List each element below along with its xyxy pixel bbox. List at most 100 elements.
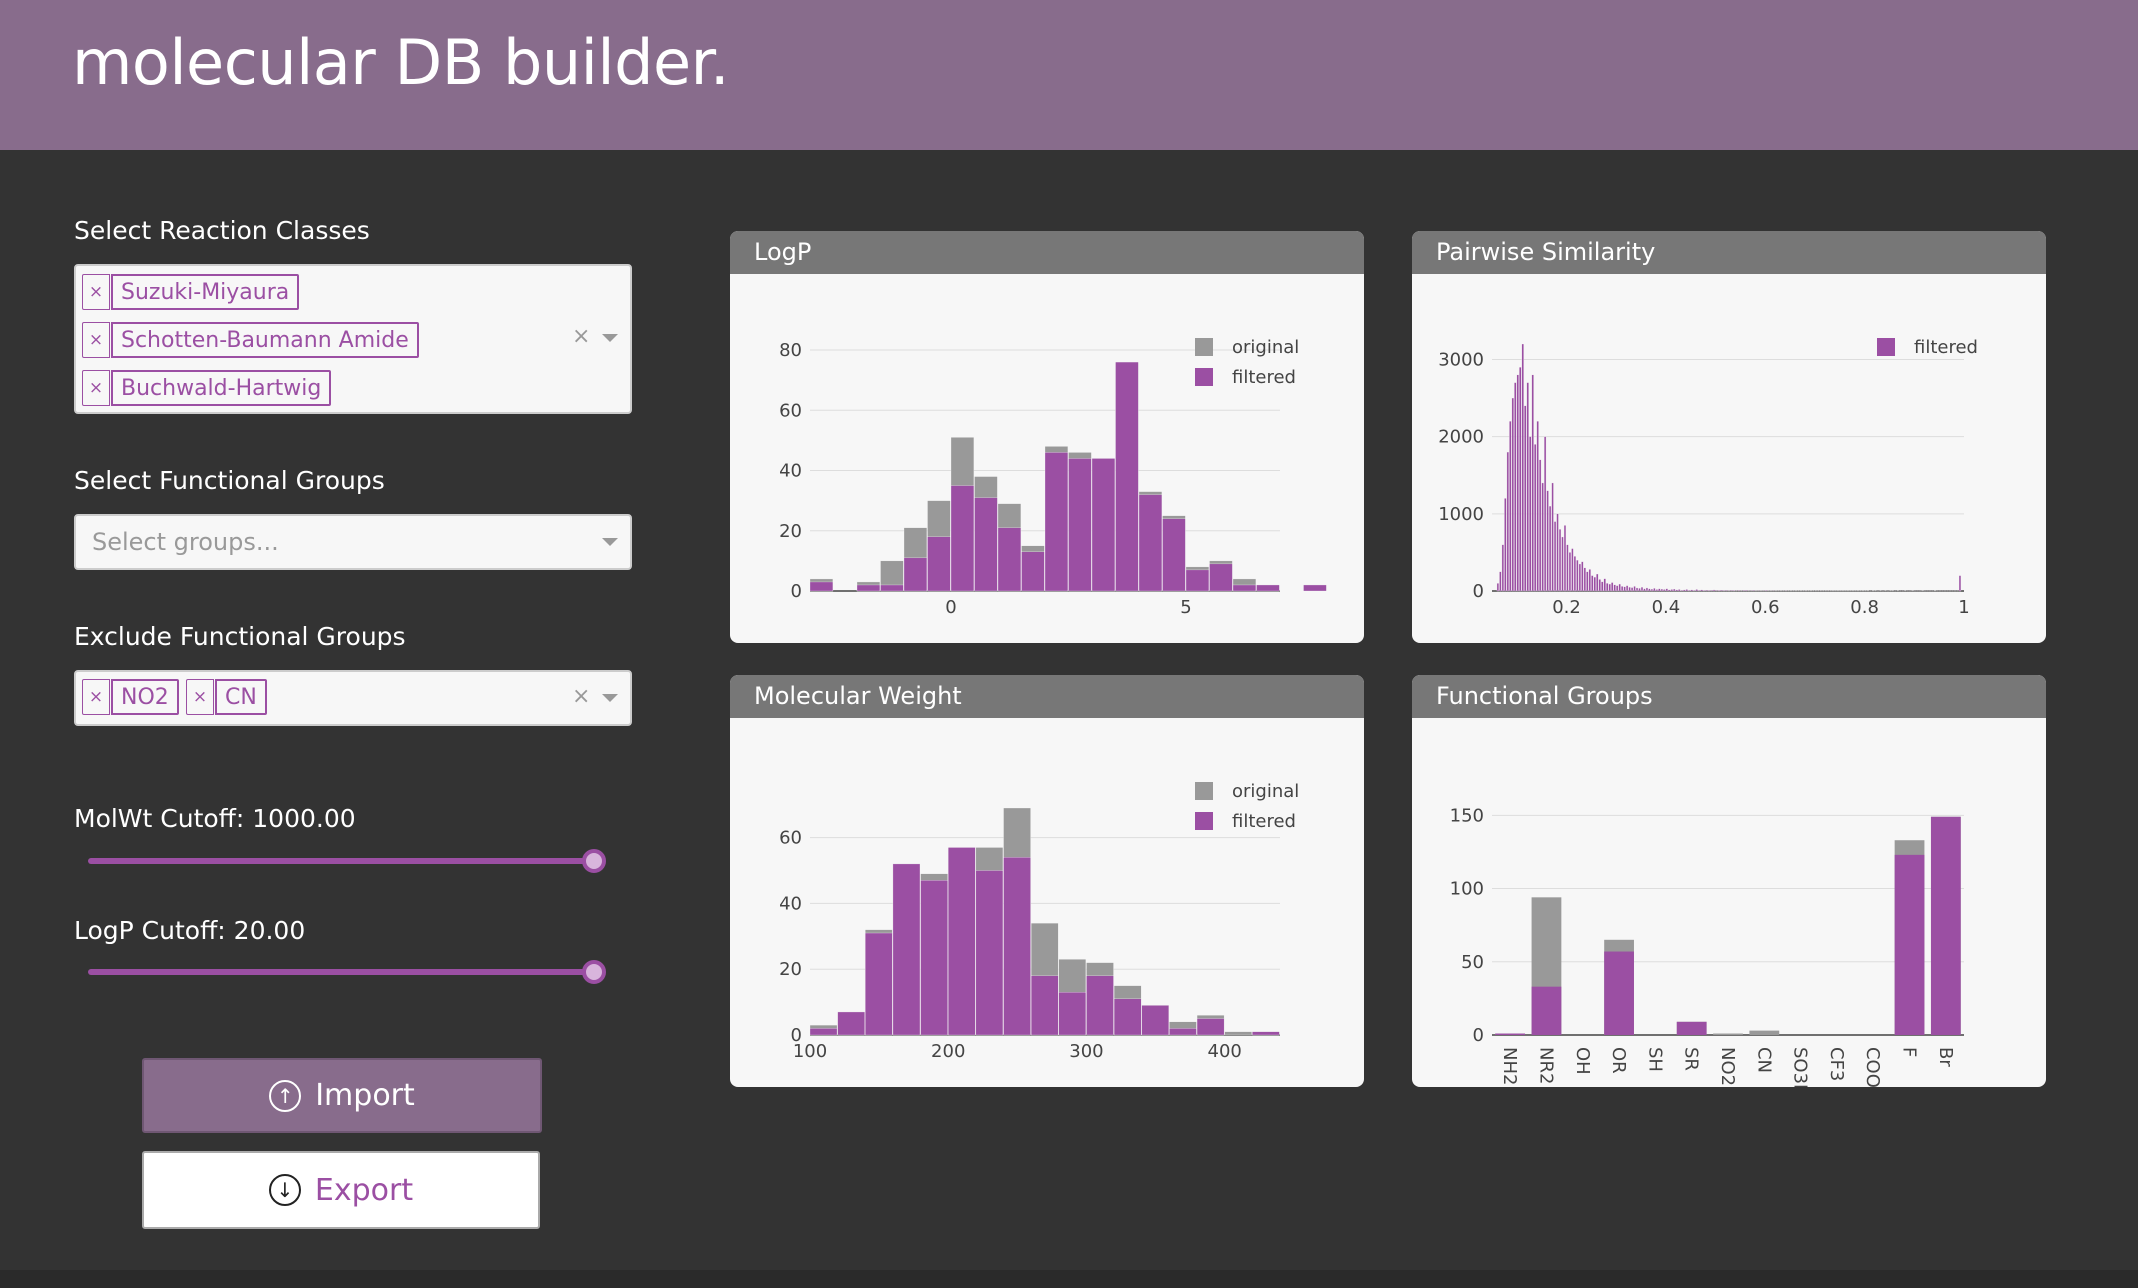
bar-filtered bbox=[1115, 361, 1139, 592]
x-tick-label: 0.4 bbox=[1652, 597, 1681, 618]
logp-chart: 0 20 40 60 80 0 5 original filtered bbox=[779, 337, 1327, 618]
x-tick-label: 0.8 bbox=[1850, 597, 1879, 618]
x-tick-label: CN bbox=[1753, 1047, 1774, 1073]
functional-groups-select[interactable]: Select groups... bbox=[74, 514, 632, 570]
bar-filtered bbox=[1511, 397, 1514, 592]
bar-filtered bbox=[1544, 436, 1547, 592]
remove-tag-icon[interactable]: × bbox=[186, 679, 214, 715]
bar-original bbox=[1749, 1030, 1780, 1035]
bar-filtered bbox=[856, 584, 881, 592]
bar-filtered bbox=[1509, 421, 1512, 592]
bar-filtered bbox=[1685, 589, 1688, 592]
bar-filtered bbox=[1628, 586, 1631, 592]
x-tick-label: 5 bbox=[1180, 597, 1191, 618]
bar-filtered bbox=[997, 527, 1022, 592]
bar-filtered bbox=[1645, 587, 1649, 592]
bar-filtered bbox=[1690, 589, 1693, 592]
bar-filtered bbox=[1633, 586, 1636, 592]
bar-filtered bbox=[1650, 588, 1654, 592]
bar-filtered bbox=[809, 1028, 838, 1036]
bar-filtered bbox=[1655, 589, 1658, 592]
legend-swatch-filtered bbox=[1195, 368, 1213, 386]
bar-filtered bbox=[1958, 575, 1962, 592]
logp-slider-track[interactable] bbox=[88, 969, 594, 975]
y-tick-label: 60 bbox=[779, 828, 802, 849]
bar-filtered bbox=[1613, 584, 1616, 592]
clear-icon[interactable]: × bbox=[572, 684, 590, 709]
tag-no2: × NO2 bbox=[82, 679, 179, 715]
bar-filtered bbox=[1252, 1031, 1280, 1036]
bar-filtered bbox=[1573, 556, 1577, 592]
bar-filtered bbox=[1670, 589, 1673, 592]
x-tick-label: 0.2 bbox=[1552, 597, 1581, 618]
bar-filtered bbox=[1732, 590, 1736, 592]
bar-filtered bbox=[1068, 458, 1092, 592]
bar-filtered bbox=[1196, 1018, 1225, 1036]
chevron-down-icon[interactable] bbox=[602, 334, 618, 342]
bar-filtered bbox=[1683, 589, 1686, 592]
molwt-slider-track[interactable] bbox=[88, 858, 594, 864]
bar-filtered bbox=[1113, 998, 1142, 1036]
exclude-groups-select[interactable]: × NO2 × CN × bbox=[74, 670, 632, 726]
bar-filtered bbox=[1561, 536, 1564, 592]
bar-filtered bbox=[1546, 490, 1549, 592]
bar-filtered bbox=[1044, 452, 1069, 592]
bar-filtered bbox=[1630, 587, 1634, 592]
y-tick-label: 0 bbox=[1473, 581, 1484, 602]
bar-filtered bbox=[1611, 582, 1614, 592]
bar-filtered bbox=[1665, 588, 1668, 592]
app-header: molecular DB builder. bbox=[0, 0, 2138, 150]
bar-filtered bbox=[948, 847, 976, 1036]
bar-filtered bbox=[1730, 590, 1733, 592]
logp-slider-handle[interactable] bbox=[582, 960, 606, 984]
clear-icon[interactable]: × bbox=[572, 324, 590, 349]
bar-filtered bbox=[1606, 583, 1609, 592]
functional-groups-card: Functional Groups 0 50 100 150 NH2 NR2 OH OR SH S… bbox=[1412, 675, 2046, 1087]
bar-filtered bbox=[892, 863, 921, 1036]
bar-filtered bbox=[1571, 548, 1574, 592]
chevron-down-icon[interactable] bbox=[602, 694, 618, 702]
bar-filtered bbox=[1496, 583, 1500, 592]
bar-filtered bbox=[1031, 975, 1059, 1036]
bar-filtered bbox=[1643, 588, 1646, 592]
functional-groups-chart: 0 50 100 150 NH2 NR2 OH OR SH SR NO2 CN SO3H CF3 COOH F… bbox=[1450, 805, 1964, 1087]
x-tick-label: Br bbox=[1935, 1047, 1956, 1067]
bar-filtered bbox=[1169, 1028, 1197, 1036]
bar-filtered bbox=[950, 485, 975, 592]
bar-filtered bbox=[1703, 590, 1706, 592]
export-button[interactable]: ↓ Export bbox=[142, 1151, 540, 1229]
tag-label: Suzuki-Miyaura bbox=[111, 274, 300, 310]
import-button[interactable]: ↑ Import bbox=[142, 1058, 542, 1133]
x-tick-label: 0.6 bbox=[1751, 597, 1780, 618]
bar-filtered bbox=[1621, 586, 1624, 592]
bar-filtered bbox=[1506, 451, 1509, 592]
bar-filtered bbox=[1526, 382, 1529, 592]
remove-tag-icon[interactable]: × bbox=[82, 679, 110, 715]
bar-filtered bbox=[1680, 590, 1683, 592]
bar-filtered bbox=[1725, 590, 1728, 592]
bar-filtered bbox=[1658, 588, 1661, 592]
bar-filtered bbox=[1688, 590, 1691, 592]
x-tick-label: NO2 bbox=[1717, 1047, 1738, 1086]
remove-tag-icon[interactable]: × bbox=[82, 322, 110, 358]
bar-filtered bbox=[1086, 975, 1114, 1036]
remove-tag-icon[interactable]: × bbox=[82, 370, 110, 406]
upload-circle-icon: ↑ bbox=[269, 1079, 302, 1112]
logp-cutoff-label: LogP Cutoff: 20.00 bbox=[74, 916, 306, 945]
bar-filtered bbox=[1586, 571, 1589, 592]
tag-label: Buchwald-Hartwig bbox=[111, 370, 332, 406]
chevron-down-icon[interactable] bbox=[602, 538, 618, 546]
tag-suzuki-miyaura: × Suzuki-Miyaura bbox=[82, 274, 300, 310]
legend-swatch-filtered bbox=[1877, 338, 1895, 356]
tag-schotten-baumann: × Schotten-Baumann Amide bbox=[82, 322, 419, 358]
functional-groups-label: Select Functional Groups bbox=[74, 466, 385, 495]
bar-filtered bbox=[1531, 986, 1562, 1035]
bar-filtered bbox=[1209, 563, 1233, 592]
export-label: Export bbox=[314, 1172, 414, 1208]
reaction-classes-select[interactable]: × Suzuki-Miyaura × Schotten-Baumann Amid… bbox=[74, 264, 632, 414]
remove-tag-icon[interactable]: × bbox=[82, 274, 110, 310]
molwt-slider-handle[interactable] bbox=[582, 849, 606, 873]
bar-filtered bbox=[1141, 1005, 1169, 1036]
y-tick-label: 80 bbox=[779, 340, 802, 361]
bar-filtered bbox=[1660, 588, 1663, 592]
